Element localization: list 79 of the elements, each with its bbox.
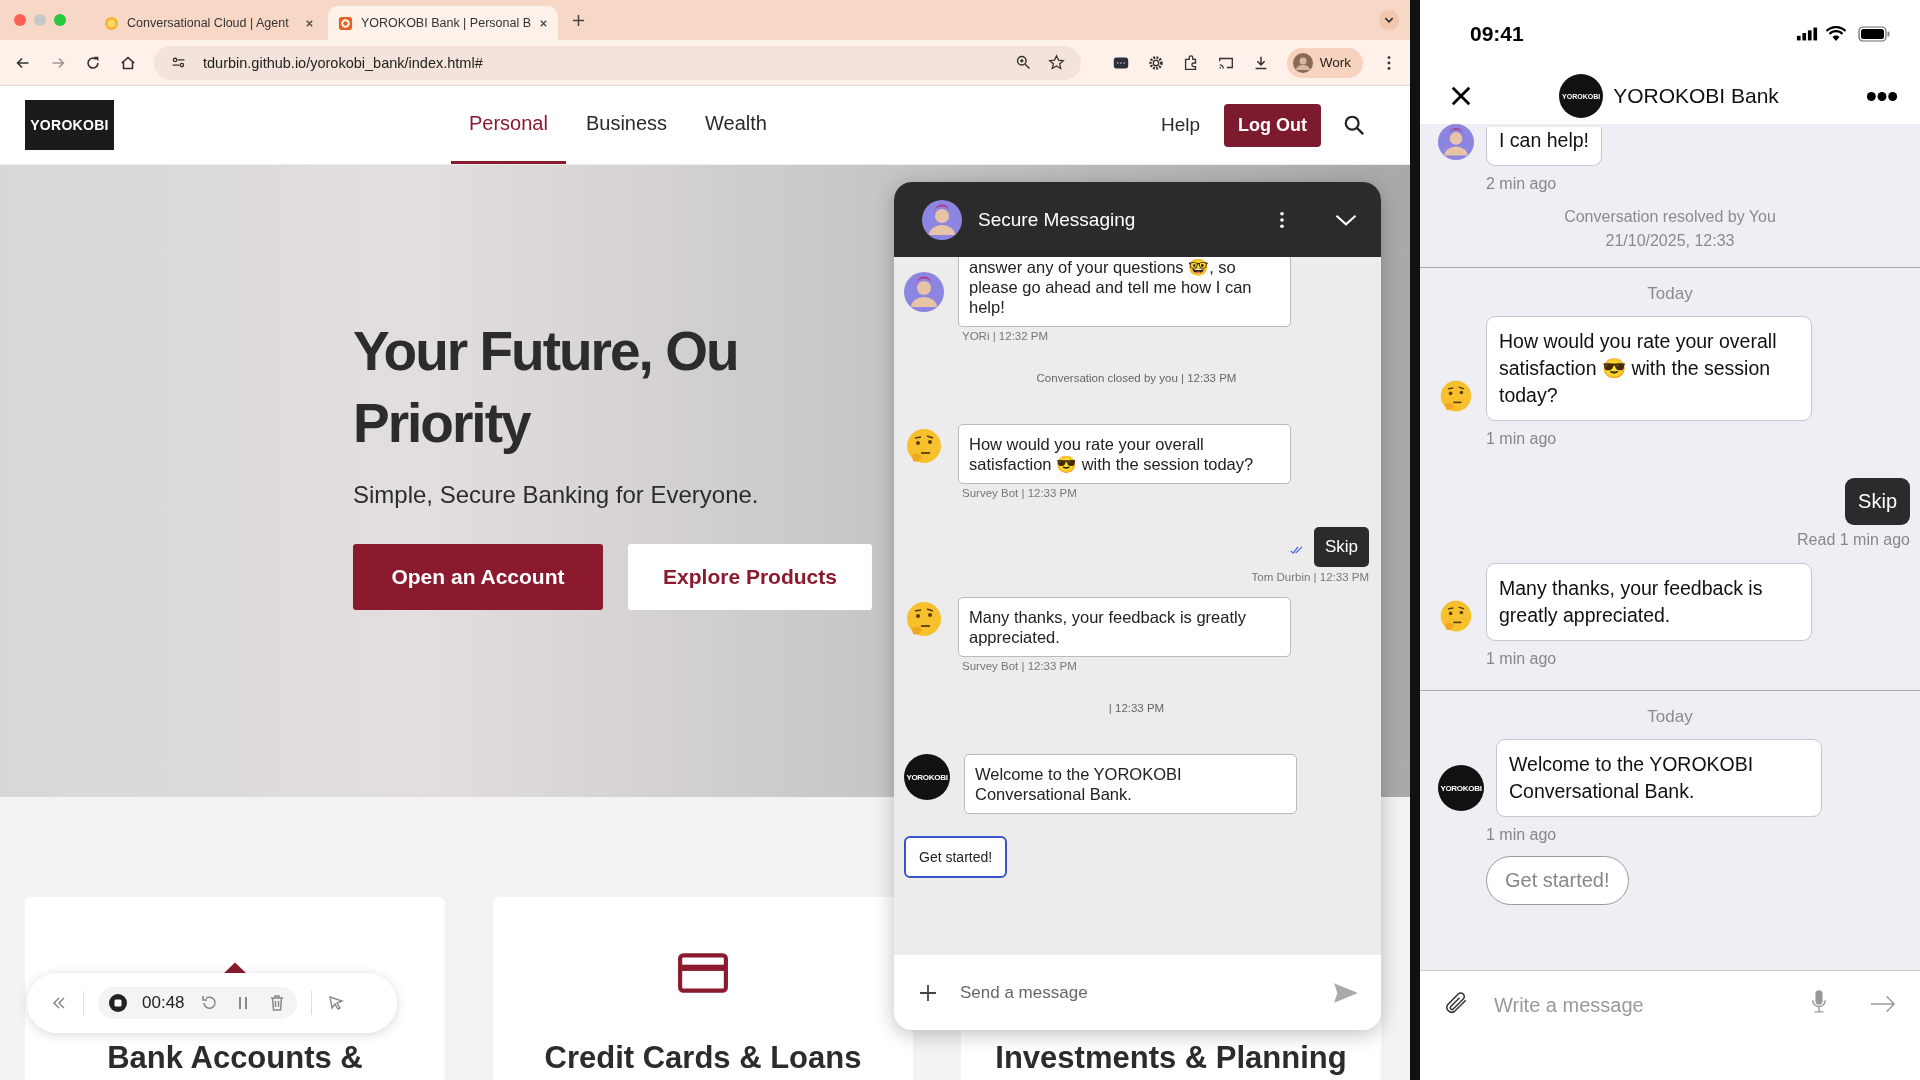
get-started-button[interactable]: Get started! xyxy=(1486,856,1629,905)
battery-icon xyxy=(1858,26,1890,42)
nav-tab[interactable]: Business xyxy=(567,86,686,164)
get-started-button[interactable]: Get started! xyxy=(904,836,1008,878)
site-logo[interactable]: YOROKOBI xyxy=(25,100,114,150)
close-tab-icon[interactable] xyxy=(305,18,314,28)
sun-favicon-icon xyxy=(104,15,119,31)
credit-card-icon xyxy=(677,952,729,994)
message-input-field[interactable]: Write a message xyxy=(1492,989,1790,1021)
nav-tab[interactable]: Wealth xyxy=(687,86,785,164)
message-meta: Survey Bot | 12:33 PM xyxy=(962,660,1078,672)
close-tab-icon[interactable] xyxy=(539,18,548,28)
message-time: 2 min ago xyxy=(1486,175,1558,193)
message-time: 1 min ago xyxy=(1486,826,1558,844)
square-favicon-icon xyxy=(338,15,353,31)
system-date: 21/10/2025, 12:33 xyxy=(1604,231,1736,251)
plus-icon[interactable] xyxy=(918,982,938,1003)
system-message: Conversation closed by you | 12:33 PM xyxy=(1035,372,1238,384)
tab-search-icon[interactable] xyxy=(1378,9,1400,31)
more-options-icon[interactable] xyxy=(1866,90,1898,102)
message-meta: Tom Durbin | 12:33 PM xyxy=(1250,571,1369,583)
read-receipt: Read 1 min ago xyxy=(1797,531,1910,549)
sent-message: Skip xyxy=(1313,527,1369,567)
address-bar[interactable]: tdurbin.github.io/yorokobi_bank/index.html# xyxy=(154,45,1081,80)
zoom-icon[interactable] xyxy=(1014,54,1032,71)
card-title: Credit Cards & Loans xyxy=(544,1040,862,1076)
bookmark-star-icon[interactable] xyxy=(1047,54,1065,71)
chat-message: Many thanks, your feedback is greatly appreciated. xyxy=(1486,563,1812,641)
chat-message: answer any of your questions 🤓, so please go ahead and tell me how I can help! xyxy=(958,257,1291,327)
product-card[interactable]: Credit Cards & Loans xyxy=(493,897,913,1080)
profile-button[interactable]: Work xyxy=(1286,47,1363,78)
agent-avatar-icon xyxy=(922,199,962,240)
tab-title: YOROKOBI Bank | Personal B xyxy=(361,16,531,30)
card-title: Bank Accounts & xyxy=(107,1040,363,1076)
chat-message: I can help! xyxy=(1486,127,1602,166)
day-separator: Today xyxy=(1647,707,1693,726)
card-title: Investments & Planning xyxy=(995,1040,1347,1076)
url-text: tdurbin.github.io/yorokobi_bank/index.html# xyxy=(203,54,483,71)
stop-recording-icon[interactable] xyxy=(108,993,128,1013)
chat-message: How would you rate your overall satisfaction 😎 with the session today? xyxy=(1486,316,1812,421)
message-input-field[interactable]: Send a message xyxy=(958,981,1313,1004)
brand-logo-avatar: YOROKOBI xyxy=(1438,765,1484,811)
gear-extension-icon[interactable] xyxy=(1146,53,1165,72)
agent-avatar-icon xyxy=(1438,124,1474,160)
browser-tab[interactable]: YOROKOBI Bank | Personal B xyxy=(328,6,558,40)
chat-message: How would you rate your overall satisfaction 😎 with the session today? xyxy=(958,424,1291,484)
chat-message: Many thanks, your feedback is greatly appreciated. xyxy=(958,597,1291,657)
system-message: Conversation resolved by You xyxy=(1563,207,1777,227)
microphone-icon[interactable] xyxy=(1810,989,1828,1015)
help-link[interactable]: Help xyxy=(1160,114,1200,136)
chat-title: YOROKOBI Bank xyxy=(1613,84,1779,108)
close-icon[interactable] xyxy=(1450,85,1472,107)
recording-time: 00:48 xyxy=(142,993,185,1013)
day-separator: Today xyxy=(1647,284,1693,303)
hero-title: Your Future, Ou Priority xyxy=(353,319,738,456)
chat-title: Secure Messaging xyxy=(978,208,1136,231)
avatar-icon xyxy=(1292,52,1313,73)
wifi-icon xyxy=(1825,26,1847,42)
chat-message: Welcome to the YOROKOBI Conversational Bank. xyxy=(964,754,1297,814)
system-message: | 12:33 PM xyxy=(1107,702,1166,714)
search-icon[interactable] xyxy=(1343,114,1365,136)
log-out-button[interactable]: Log Out xyxy=(1224,103,1321,147)
new-tab-icon[interactable] xyxy=(572,13,585,27)
message-time: 1 min ago xyxy=(1486,650,1558,668)
signal-icon xyxy=(1796,26,1818,42)
message-meta: Survey Bot | 12:33 PM xyxy=(962,487,1078,499)
chat-message: Welcome to the YOROKOBI Conversational Bank. xyxy=(1496,739,1822,817)
message-meta: YORi | 12:32 PM xyxy=(962,330,1050,342)
explore-products-button[interactable]: Explore Products xyxy=(628,544,872,610)
send-arrow-icon[interactable] xyxy=(1870,994,1896,1014)
browser-tab[interactable]: Conversational Cloud | Agent xyxy=(94,6,324,40)
hero-subtitle: Simple, Secure Banking for Everyone. xyxy=(353,481,759,509)
sent-message: Skip xyxy=(1845,478,1910,525)
open-account-button[interactable]: Open an Account xyxy=(353,544,603,610)
tab-title: Conversational Cloud | Agent xyxy=(127,16,290,30)
message-time: 1 min ago xyxy=(1486,430,1558,448)
brand-logo-avatar: YOROKOBI xyxy=(904,754,950,800)
agent-avatar-icon xyxy=(904,272,944,312)
status-time: 09:41 xyxy=(1470,22,1524,46)
